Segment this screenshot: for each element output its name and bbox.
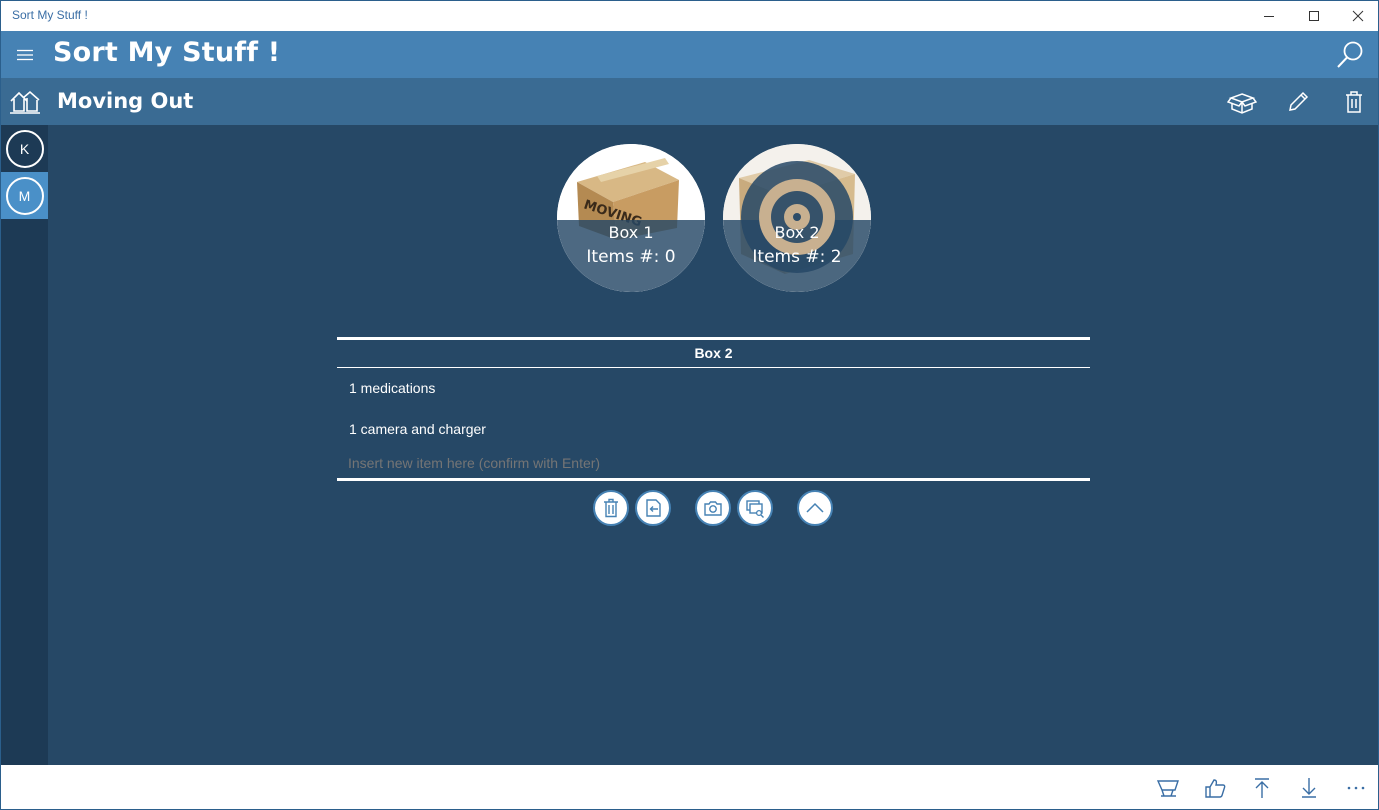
divider (337, 478, 1090, 481)
thumbs-up-icon (1205, 779, 1226, 798)
pick-image-button[interactable] (737, 490, 773, 526)
maximize-button[interactable] (1291, 1, 1337, 31)
box-detail-panel: Box 2 1 medications 1 camera and charger (337, 337, 1090, 481)
move-box-button[interactable] (635, 490, 671, 526)
box-item-count: Items #: 2 (752, 247, 842, 267)
rail-item-m[interactable]: M (1, 172, 48, 219)
shopping-cart-icon (1156, 780, 1179, 797)
collection-rail: K M (1, 78, 48, 765)
box-tile-2[interactable]: Box 2 Items #: 2 (723, 144, 871, 292)
move-icon (646, 499, 661, 517)
delete-box-button[interactable] (593, 490, 629, 526)
collapse-panel-button[interactable] (797, 490, 833, 526)
box-item-count: Items #: 0 (586, 247, 676, 267)
app-window: Sort My Stuff ! Sort My Stuff ! K M Movi… (0, 0, 1379, 810)
app-header: Sort My Stuff ! (1, 31, 1378, 78)
home-icon (9, 90, 40, 114)
camera-icon (704, 501, 722, 516)
maximize-icon (1309, 11, 1319, 21)
home-button[interactable] (1, 78, 48, 125)
window-title: Sort My Stuff ! (12, 8, 88, 22)
hamburger-menu-button[interactable] (1, 31, 48, 78)
minimize-icon (1264, 16, 1274, 17)
upload-icon (1255, 778, 1269, 798)
store-button[interactable] (1153, 773, 1183, 803)
rail-item-k[interactable]: K (1, 125, 48, 172)
open-box-icon (1227, 93, 1257, 114)
list-item[interactable]: 1 camera and charger (337, 409, 1090, 450)
trash-icon (1346, 91, 1362, 113)
browse-image-icon (746, 500, 764, 518)
rail-item-label: K (5, 129, 44, 168)
rail-item-label: M (5, 176, 44, 215)
pencil-icon (1289, 91, 1309, 111)
hamburger-icon (16, 49, 33, 60)
add-box-button[interactable] (1224, 84, 1260, 120)
chevron-up-icon (806, 502, 824, 513)
close-icon (1352, 10, 1364, 22)
trash-icon (604, 498, 618, 518)
collection-header: Moving Out (48, 78, 1378, 125)
new-item-input[interactable] (337, 450, 1090, 477)
download-button[interactable] (1294, 773, 1324, 803)
close-button[interactable] (1335, 1, 1378, 31)
box-name: Box 2 (774, 223, 820, 242)
box-detail-title: Box 2 (694, 345, 733, 361)
more-icon (1347, 786, 1365, 790)
take-photo-button[interactable] (695, 490, 731, 526)
download-icon (1302, 778, 1316, 798)
edit-collection-button[interactable] (1280, 84, 1316, 120)
window-titlebar: Sort My Stuff ! (1, 1, 1378, 31)
minimize-button[interactable] (1246, 1, 1292, 31)
more-options-button[interactable] (1341, 773, 1371, 803)
bottom-app-bar (1, 765, 1378, 809)
delete-collection-button[interactable] (1336, 84, 1372, 120)
rate-app-button[interactable] (1200, 773, 1230, 803)
app-title: Sort My Stuff ! (53, 37, 281, 68)
list-item[interactable]: 1 medications (337, 368, 1090, 409)
upload-button[interactable] (1247, 773, 1277, 803)
search-icon (1337, 41, 1363, 68)
box-tile-1[interactable]: MOVING Box 1 Items #: 0 (557, 144, 705, 292)
box-name: Box 1 (608, 223, 654, 242)
main-content: MOVING Box 1 Items #: 0 Box 2 Items #: 2… (48, 125, 1378, 765)
search-button[interactable] (1332, 37, 1368, 73)
selected-box-target-icon (741, 161, 853, 273)
collection-title: Moving Out (57, 89, 194, 113)
